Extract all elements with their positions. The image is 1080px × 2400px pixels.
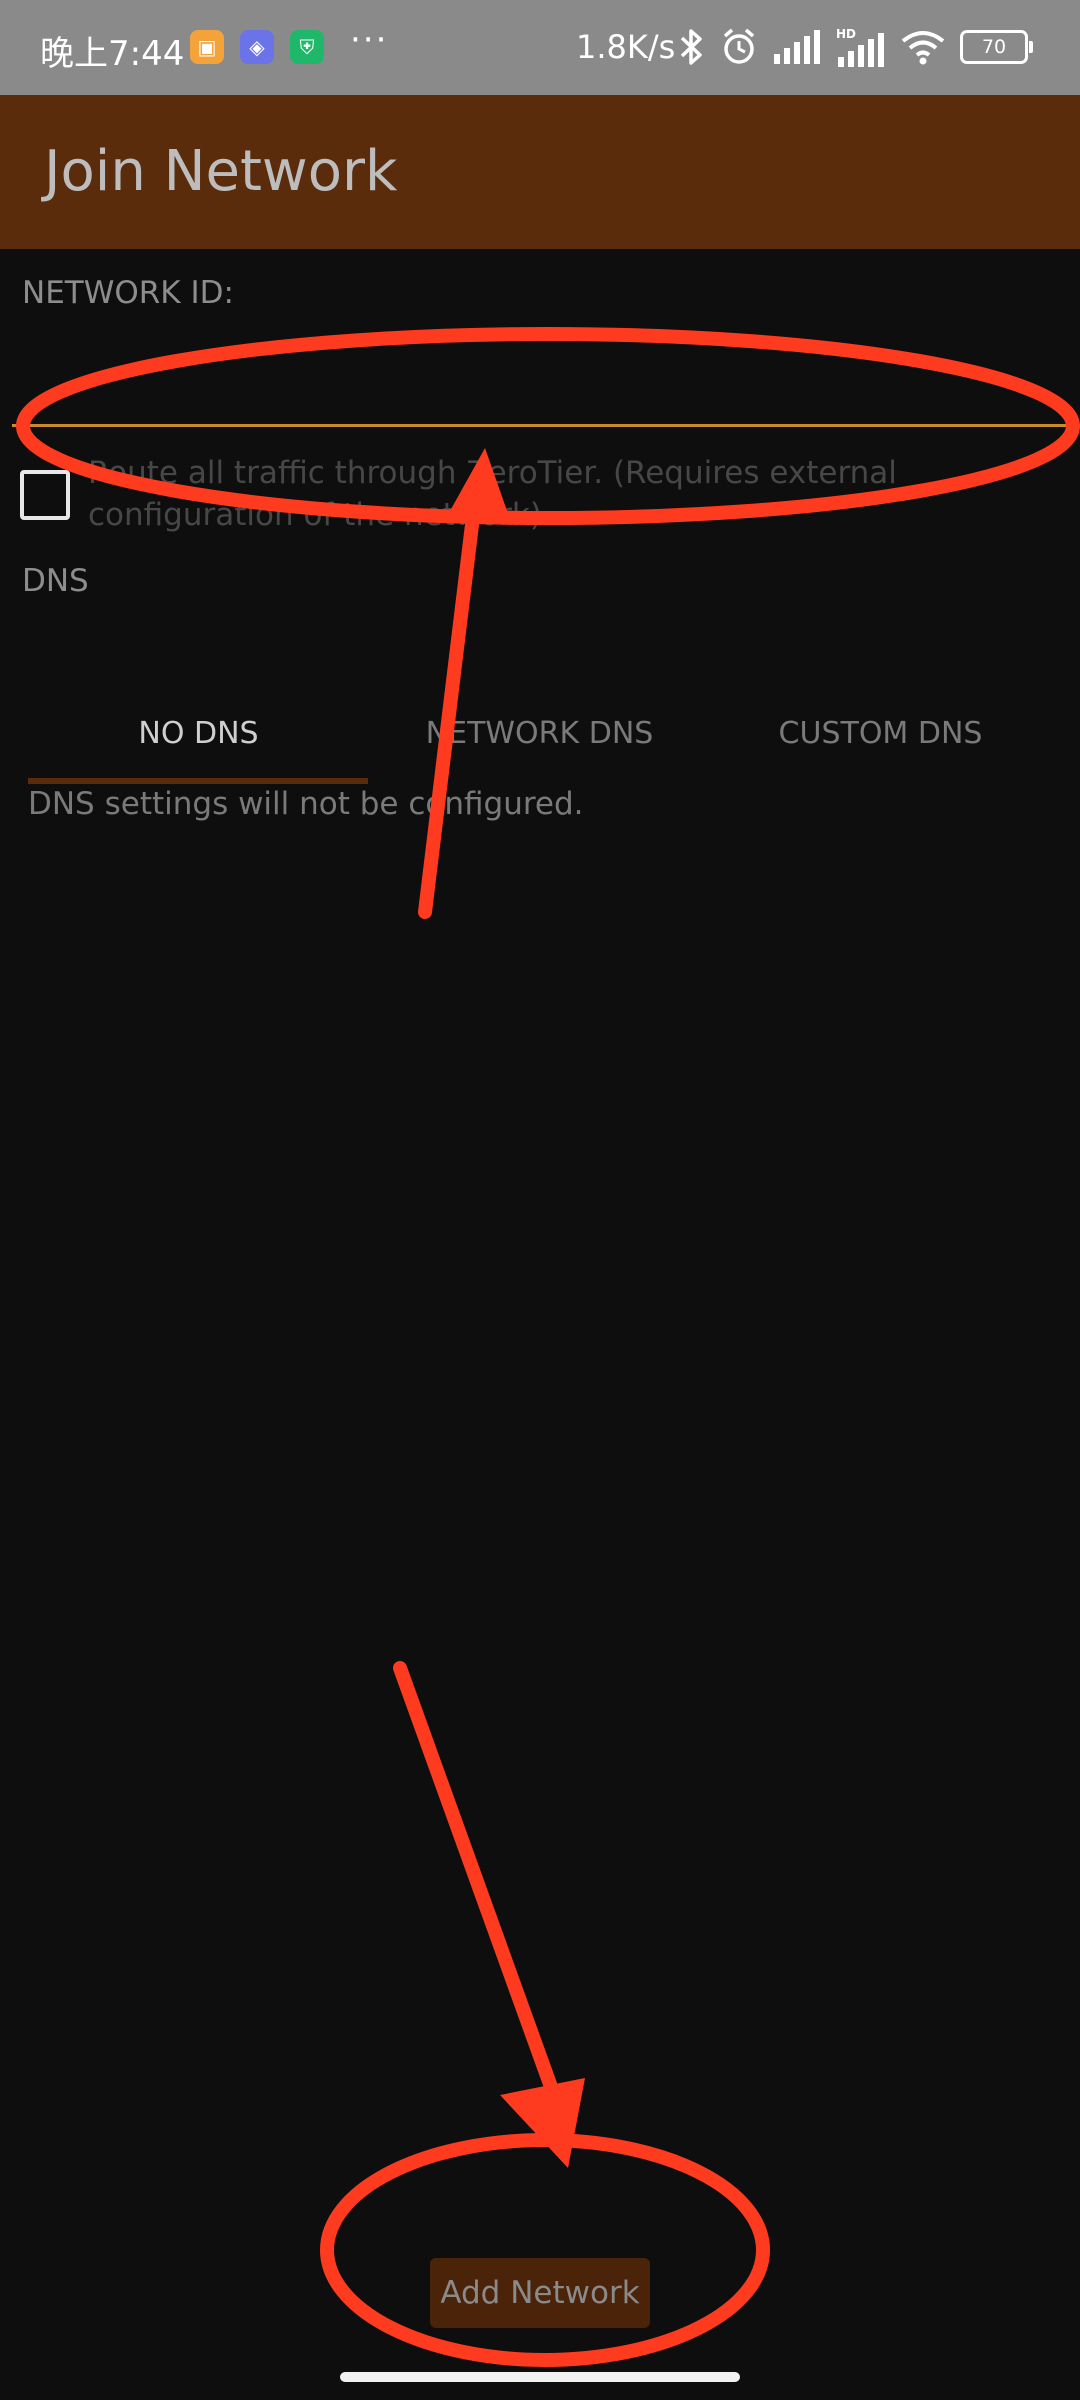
bluetooth-icon bbox=[680, 29, 702, 65]
route-all-traffic-label: Route all traffic through ZeroTier. (Req… bbox=[88, 455, 897, 533]
hd-label: HD bbox=[836, 27, 856, 41]
status-icons: HD 70 bbox=[678, 24, 1033, 70]
page-title: Join Network bbox=[44, 139, 398, 204]
add-network-button[interactable]: Add Network bbox=[430, 2258, 650, 2328]
shield-app-icon: ⛨ bbox=[290, 30, 324, 64]
app-bar: Join Network bbox=[0, 95, 1080, 249]
dns-description: DNS settings will not be configured. bbox=[28, 786, 584, 822]
signal-hd-icon: HD bbox=[836, 27, 884, 67]
status-bar: 晚上7:44 ▣ ◈ ⛨ ··· 1.8K/s HD 70 bbox=[0, 0, 1080, 95]
join-network-screen: 晚上7:44 ▣ ◈ ⛨ ··· 1.8K/s HD 70 Join Netwo… bbox=[0, 0, 1080, 2400]
annotation-arrowhead-down bbox=[500, 2078, 585, 2168]
tab-indicator bbox=[28, 778, 368, 784]
tab-no-dns[interactable]: NO DNS bbox=[28, 680, 369, 786]
tab-custom-dns[interactable]: CUSTOM DNS bbox=[710, 680, 1051, 786]
alarm-icon bbox=[723, 28, 755, 64]
home-indicator[interactable] bbox=[340, 2372, 740, 2382]
wifi-icon bbox=[901, 31, 945, 65]
more-notifications-icon: ··· bbox=[350, 20, 389, 60]
status-time: 晚上7:44 bbox=[40, 34, 185, 74]
battery-level: 70 bbox=[981, 36, 1007, 58]
route-all-traffic-checkbox[interactable] bbox=[20, 470, 70, 520]
gallery-app-icon: ▣ bbox=[190, 30, 224, 64]
signal-icon bbox=[774, 30, 820, 64]
network-speed: 1.8K/s bbox=[576, 28, 676, 66]
bluetooth-app-icon: ◈ bbox=[240, 30, 274, 64]
annotation-arrow-shaft-down bbox=[393, 1661, 562, 2105]
network-id-input[interactable] bbox=[12, 330, 1072, 427]
dns-tabs: NO DNS NETWORK DNS CUSTOM DNS bbox=[28, 680, 1052, 786]
tab-network-dns[interactable]: NETWORK DNS bbox=[369, 680, 710, 786]
dns-label: DNS bbox=[22, 563, 89, 599]
network-id-label: NETWORK ID: bbox=[22, 275, 234, 311]
battery-icon: 70 bbox=[960, 30, 1033, 64]
